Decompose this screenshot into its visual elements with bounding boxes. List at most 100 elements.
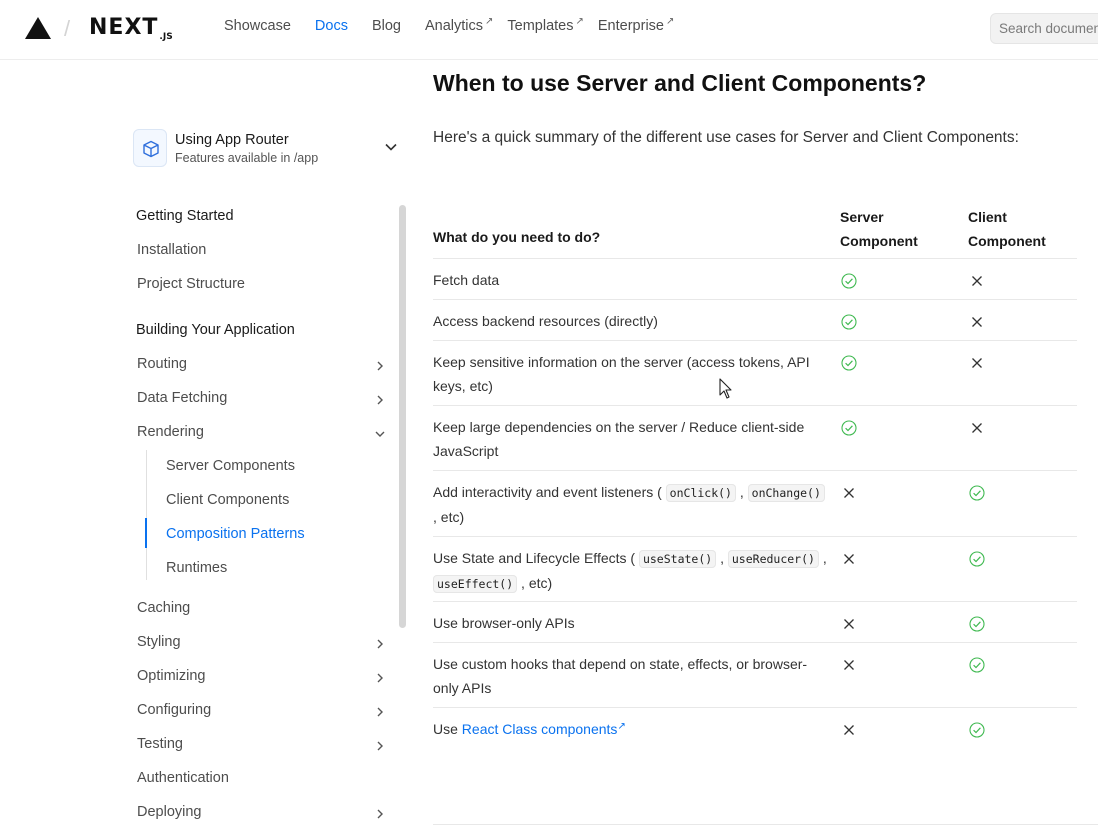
sidebar-item-testing[interactable]: Testing [137, 736, 183, 752]
react-class-components-link[interactable]: React Class components [462, 721, 618, 737]
sidebar-item-styling[interactable]: Styling [137, 634, 181, 650]
sidebar-item-composition-patterns[interactable]: Composition Patterns [166, 526, 305, 542]
table-row-task: Use browser-only APIs [433, 611, 829, 635]
table-row-task: Fetch data [433, 268, 829, 292]
inline-code: useReducer() [727, 550, 819, 568]
nav-link-analytics[interactable]: Analytics ↗ [425, 16, 494, 34]
sidebar-item-rendering[interactable]: Rendering [137, 424, 204, 440]
nav-link-label: Blog [371, 18, 401, 34]
section-divider [433, 824, 1098, 825]
cube-icon [143, 140, 159, 158]
table-row-divider [433, 258, 1077, 259]
router-selector[interactable]: Using App Router Features available in /… [133, 127, 403, 169]
chevron-right-icon[interactable] [374, 672, 386, 684]
inline-code: onChange() [747, 484, 825, 502]
chevron-right-icon[interactable] [374, 394, 386, 406]
nav-link-label: Showcase [224, 18, 291, 34]
chevron-right-icon[interactable] [374, 740, 386, 752]
nextjs-logo[interactable]: NEXT.JS [89, 15, 173, 42]
chevron-right-icon[interactable] [374, 638, 386, 650]
router-subtitle: Features available in /app [175, 151, 319, 165]
nav-link-docs[interactable]: Docs [315, 18, 348, 34]
table-row-task: Access backend resources (directly) [433, 309, 829, 333]
table-row-divider [433, 536, 1077, 537]
brand-text: NEXT [89, 15, 159, 40]
intro-paragraph: Here's a quick summary of the different … [433, 129, 1019, 146]
nav-link-label: Templates [507, 18, 574, 34]
sidebar-item-optimizing[interactable]: Optimizing [137, 668, 206, 684]
brand-suffix: .JS [159, 32, 173, 43]
table-header-task: What do you need to do? [433, 229, 601, 245]
nav-link-enterprise[interactable]: Enterprise ↗ [598, 16, 675, 34]
task-text: Keep large dependencies on the server / … [433, 419, 805, 459]
client-check-icon [969, 551, 985, 567]
task-text: Use [433, 721, 462, 737]
server-cross-icon [844, 725, 854, 735]
submenu-rail [146, 450, 147, 580]
client-check-icon [969, 616, 985, 632]
sidebar-item-project-structure[interactable]: Project Structure [137, 276, 245, 292]
chevron-right-icon[interactable] [374, 706, 386, 718]
inline-code: useEffect() [433, 575, 518, 593]
table-row-task: Keep sensitive information on the server… [433, 350, 829, 398]
vercel-logo-icon[interactable] [25, 17, 51, 39]
nav-link-blog[interactable]: Blog [372, 18, 401, 34]
client-cross-icon [972, 276, 982, 286]
router-title: Using App Router [175, 132, 289, 148]
chevron-down-icon[interactable] [384, 140, 398, 154]
nav-link-templates[interactable]: Templates ↗ [507, 16, 583, 34]
client-check-icon [969, 722, 985, 738]
task-text: Use State and Lifecycle Effects ( [433, 550, 639, 566]
nav-link-showcase[interactable]: Showcase [224, 18, 291, 34]
table-row-divider [433, 642, 1077, 643]
client-cross-icon [972, 423, 982, 433]
sidebar-item-server-components[interactable]: Server Components [166, 458, 295, 474]
sidebar-item-deploying[interactable]: Deploying [137, 804, 202, 820]
docs-sidebar: Using App Router Features available in /… [0, 60, 410, 831]
task-text: Add interactivity and event listeners ( [433, 484, 666, 500]
external-link-icon: ↗ [665, 16, 675, 27]
table-row-divider [433, 299, 1077, 300]
sidebar-item-getting-started[interactable]: Getting Started [136, 208, 234, 224]
chevron-right-icon[interactable] [374, 360, 386, 372]
task-text: , [818, 550, 827, 566]
client-cross-icon [972, 317, 982, 327]
table-header-server-line2: Component [840, 233, 918, 249]
server-cross-icon [844, 660, 854, 670]
server-check-icon [841, 420, 857, 436]
chevron-right-icon[interactable] [374, 808, 386, 820]
external-link-icon: ↗ [617, 721, 626, 732]
task-text: , [735, 484, 748, 500]
task-text: Fetch data [433, 272, 500, 288]
task-text: , etc) [517, 575, 553, 591]
external-link-icon: ↗ [485, 16, 494, 27]
inline-code: onClick() [665, 484, 736, 502]
server-check-icon [841, 273, 857, 289]
sidebar-item-building-your-application[interactable]: Building Your Application [136, 322, 295, 338]
sidebar-item-data-fetching[interactable]: Data Fetching [137, 390, 227, 406]
mouse-cursor-icon [719, 378, 732, 399]
inline-code: useState() [638, 550, 717, 568]
table-header-client: Client Component [968, 205, 1078, 253]
submenu-active-indicator [145, 518, 147, 548]
server-cross-icon [844, 488, 854, 498]
sidebar-scrollbar[interactable] [399, 205, 406, 628]
table-row-divider [433, 340, 1077, 341]
sidebar-item-authentication[interactable]: Authentication [137, 770, 229, 786]
sidebar-item-installation[interactable]: Installation [137, 242, 206, 258]
nav-link-label: Docs [314, 18, 348, 34]
chevron-down-icon[interactable] [374, 428, 386, 440]
logo-separator: / [64, 16, 71, 41]
sidebar-item-configuring[interactable]: Configuring [137, 702, 211, 718]
search-input[interactable]: Search documentation... [990, 13, 1098, 44]
server-cross-icon [844, 554, 854, 564]
task-text: , etc) [433, 509, 465, 525]
client-check-icon [969, 657, 985, 673]
sidebar-item-routing[interactable]: Routing [137, 356, 187, 372]
top-navbar: / NEXT.JS Showcase Docs Blog Analytics ↗ Temp… [0, 0, 1098, 60]
sidebar-item-caching[interactable]: Caching [137, 600, 190, 616]
table-row-divider [433, 601, 1077, 602]
task-text: Keep sensitive information on the server… [433, 354, 810, 394]
sidebar-item-client-components[interactable]: Client Components [166, 492, 289, 508]
sidebar-item-runtimes[interactable]: Runtimes [166, 560, 227, 576]
